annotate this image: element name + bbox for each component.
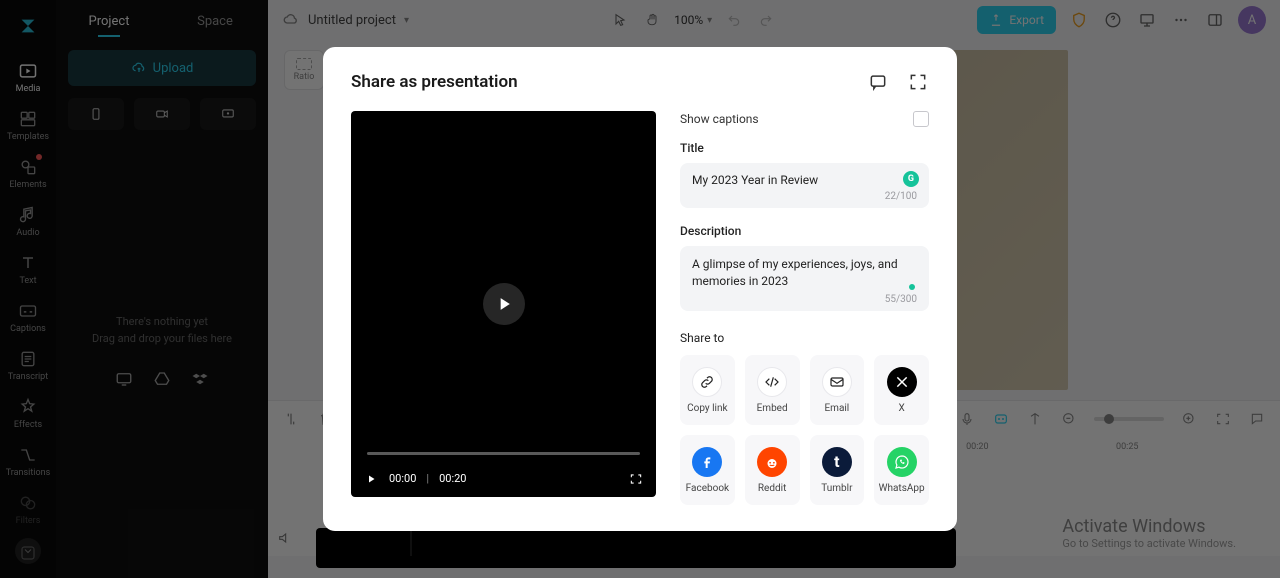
show-captions-checkbox[interactable] [913, 111, 929, 127]
description-input[interactable]: A glimpse of my experiences, joys, and m… [680, 246, 929, 312]
title-char-count: 22/100 [692, 191, 917, 202]
video-preview[interactable]: 00:00 | 00:20 [351, 111, 656, 497]
small-play-button[interactable] [363, 471, 379, 487]
share-reddit-button[interactable]: Reddit [745, 435, 800, 505]
preview-controls: 00:00 | 00:20 [363, 471, 644, 487]
share-whatsapp-button[interactable]: WhatsApp [874, 435, 929, 505]
share-copylink-button[interactable]: Copy link [680, 355, 735, 425]
email-icon [822, 367, 852, 397]
share-label: WhatsApp [879, 483, 925, 494]
link-icon [692, 367, 722, 397]
feedback-button[interactable] [867, 71, 889, 93]
share-label: Reddit [758, 483, 786, 494]
share-embed-button[interactable]: Embed [745, 355, 800, 425]
share-facebook-button[interactable]: Facebook [680, 435, 735, 505]
x-icon [887, 367, 917, 397]
expand-button[interactable] [907, 71, 929, 93]
share-x-button[interactable]: X [874, 355, 929, 425]
grammarly-dot-icon [909, 284, 915, 290]
share-label: Email [824, 403, 849, 414]
facebook-icon [692, 447, 722, 477]
embed-icon [757, 367, 787, 397]
share-label: Copy link [687, 403, 727, 414]
share-label: Embed [757, 403, 788, 414]
description-value: A glimpse of my experiences, joys, and m… [692, 256, 917, 291]
share-label: Tumblr [821, 483, 852, 494]
time-separator: | [426, 472, 429, 485]
title-input[interactable]: My 2023 Year in Review G 22/100 [680, 163, 929, 208]
description-label: Description [680, 224, 929, 238]
share-label: Facebook [686, 483, 729, 494]
share-grid: Copy link Embed Email X [680, 355, 929, 505]
fullscreen-button[interactable] [628, 471, 644, 487]
share-tumblr-button[interactable]: t Tumblr [810, 435, 865, 505]
grammarly-badge-icon[interactable]: G [903, 171, 919, 187]
play-button[interactable] [483, 283, 525, 325]
description-char-count: 55/300 [692, 294, 917, 305]
title-value: My 2023 Year in Review [692, 173, 917, 187]
title-label: Title [680, 141, 929, 155]
whatsapp-icon [887, 447, 917, 477]
progress-bar[interactable] [367, 452, 640, 455]
share-label: X [898, 403, 904, 414]
share-to-label: Share to [680, 331, 929, 345]
current-time: 00:00 [389, 472, 416, 485]
reddit-icon [757, 447, 787, 477]
play-icon [494, 294, 514, 314]
share-email-button[interactable]: Email [810, 355, 865, 425]
modal-overlay[interactable]: Share as presentation 00:00 | 00:20 [0, 0, 1280, 578]
duration: 00:20 [439, 472, 466, 485]
share-modal: Share as presentation 00:00 | 00:20 [323, 47, 957, 532]
tumblr-icon: t [822, 447, 852, 477]
modal-title: Share as presentation [351, 72, 518, 92]
show-captions-label: Show captions [680, 112, 759, 126]
